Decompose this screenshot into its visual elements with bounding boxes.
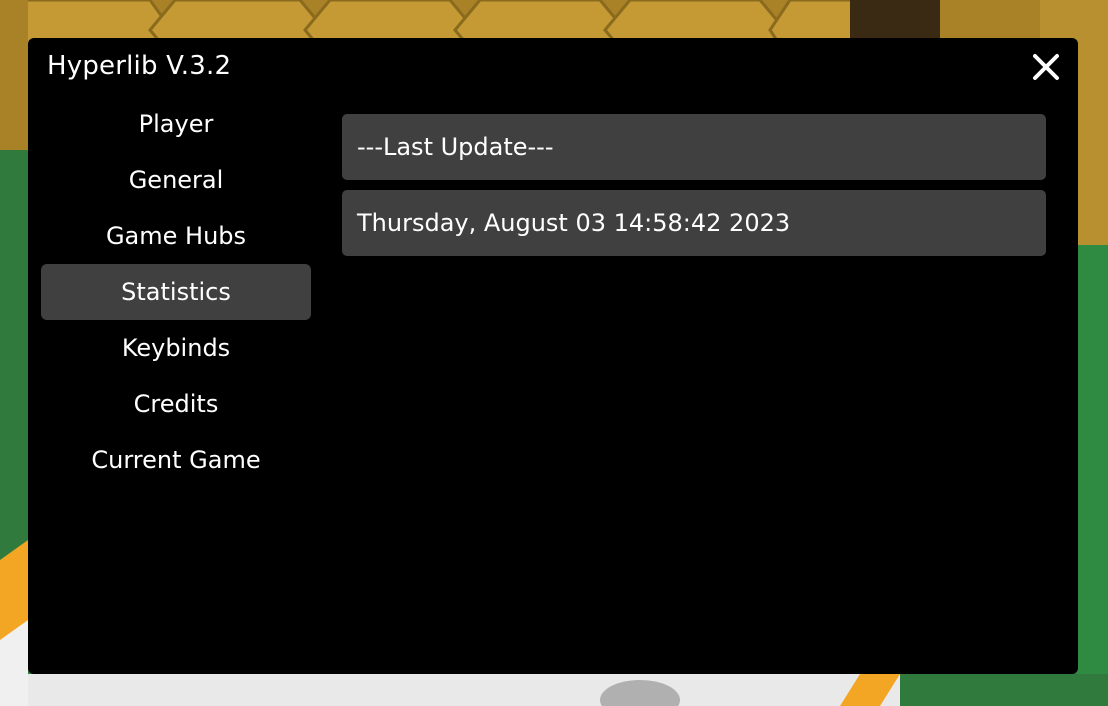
game-background: Hyperlib V.3.2 Player General Game Hubs …: [0, 0, 1108, 706]
close-button[interactable]: [1031, 52, 1061, 82]
sidebar-item-current-game[interactable]: Current Game: [41, 432, 311, 488]
last-update-header: ---Last Update---: [342, 114, 1046, 180]
sidebar-item-keybinds[interactable]: Keybinds: [41, 320, 311, 376]
sidebar-item-statistics[interactable]: Statistics: [41, 264, 311, 320]
sidebar-nav: Player General Game Hubs Statistics Keyb…: [41, 96, 311, 488]
sidebar-item-credits[interactable]: Credits: [41, 376, 311, 432]
last-update-timestamp: Thursday, August 03 14:58:42 2023: [342, 190, 1046, 256]
hyperlib-window: Hyperlib V.3.2 Player General Game Hubs …: [28, 38, 1078, 674]
sidebar-item-general[interactable]: General: [41, 152, 311, 208]
statistics-panel: ---Last Update--- Thursday, August 03 14…: [342, 114, 1046, 266]
window-title: Hyperlib V.3.2: [47, 51, 232, 81]
sidebar-item-player[interactable]: Player: [41, 96, 311, 152]
sidebar-item-game-hubs[interactable]: Game Hubs: [41, 208, 311, 264]
close-icon: [1033, 54, 1059, 80]
